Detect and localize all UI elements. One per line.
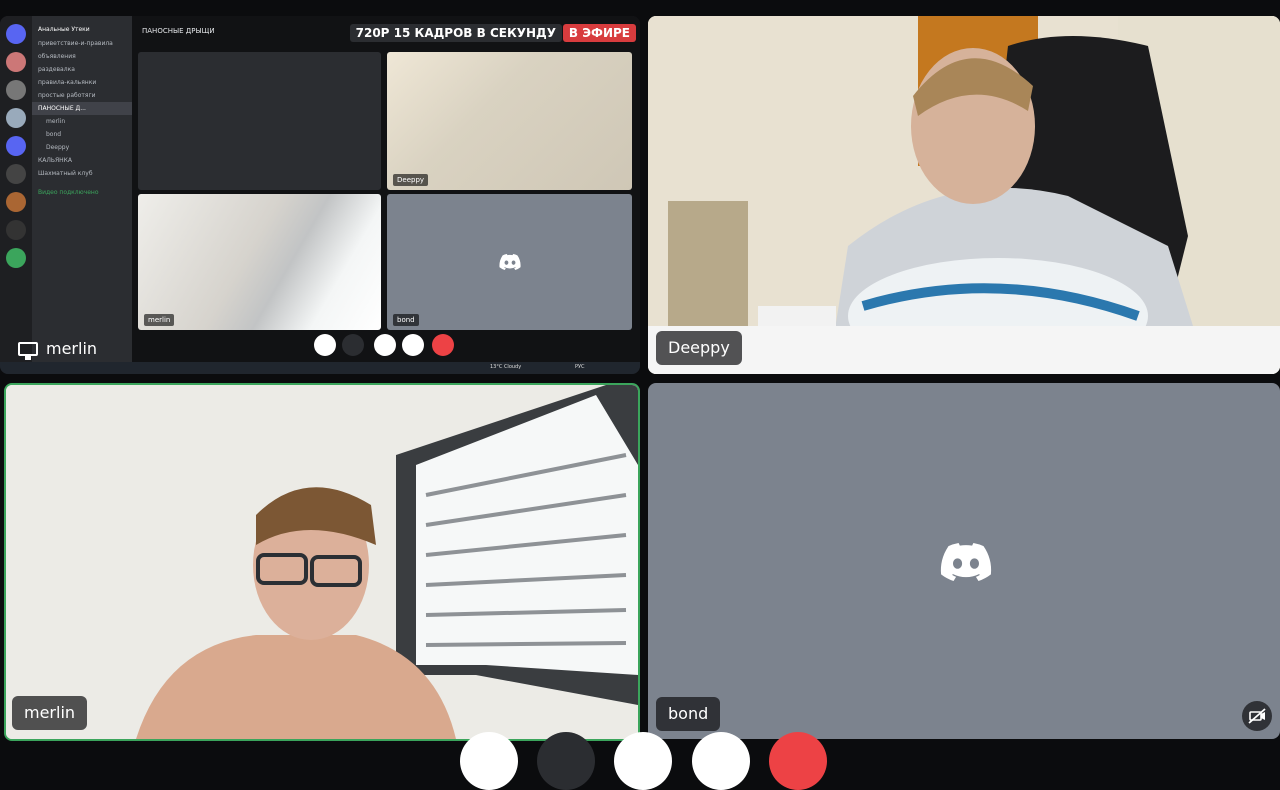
mini-tile-deeppy[interactable]: Deeppy (387, 52, 632, 190)
share-stage: ПАНОСНЫЕ ДРЫЩИ 720P 15 КАДРОВ В СЕКУНДУ … (132, 16, 640, 362)
disconnect-button[interactable] (769, 732, 827, 790)
channel-item-active[interactable]: ПАНОСНЫЕ Д... (32, 102, 132, 115)
mini-tile-label: merlin (144, 314, 175, 326)
video-off-icon (1242, 701, 1272, 731)
discord-logo-icon (499, 254, 521, 270)
mini-tile-label: bond (393, 314, 419, 326)
nested-share-tile (138, 52, 381, 190)
share-owner-name: merlin (46, 339, 98, 358)
mini-tile-merlin[interactable]: merlin (138, 194, 381, 330)
server-icon[interactable] (6, 192, 26, 212)
server-rail (0, 16, 32, 362)
channel-item[interactable]: правила-кальянки (32, 76, 132, 89)
screen-share-button[interactable] (374, 334, 396, 356)
participant-name-tag: merlin (12, 696, 88, 730)
quality-badge: 720P 15 КАДРОВ В СЕКУНДУ (349, 24, 562, 42)
server-icon[interactable] (6, 220, 26, 240)
windows-taskbar: 13°C Cloudy РУС (0, 362, 640, 374)
camera-feed (6, 385, 638, 739)
camera-button[interactable] (314, 334, 336, 356)
server-icon[interactable] (6, 108, 26, 128)
weather-text: 13°C Cloudy (490, 364, 522, 370)
channel-item[interactable]: раздевалка (32, 63, 132, 76)
server-icon[interactable] (6, 80, 26, 100)
screen-share-icon (18, 342, 38, 360)
participant-name: merlin (24, 703, 76, 722)
channel-item[interactable]: КАЛЬЯНКА (32, 154, 132, 167)
channel-item[interactable]: Шахматный клуб (32, 167, 132, 180)
mute-button[interactable] (402, 334, 424, 356)
server-icon[interactable] (6, 136, 26, 156)
voice-member[interactable]: merlin (32, 115, 132, 128)
channel-item[interactable]: объявления (32, 50, 132, 63)
voice-member[interactable]: bond (32, 128, 132, 141)
video-tile-deeppy[interactable]: Deeppy (648, 16, 1280, 374)
camera-toggle-button[interactable] (460, 732, 518, 790)
discord-logo-icon (940, 543, 992, 581)
channel-list: Анальные Утеки приветствие-и-правила объ… (32, 16, 132, 362)
participant-name-tag: Deeppy (656, 331, 742, 365)
voice-status: Видео подключено (38, 189, 99, 196)
server-icon[interactable] (6, 164, 26, 184)
camera-feed (648, 16, 1280, 374)
server-name: Анальные Утеки (38, 26, 90, 33)
participant-name: Deeppy (668, 338, 730, 357)
share-name-tag: merlin (12, 332, 103, 366)
voice-member[interactable]: Deeppy (32, 141, 132, 154)
server-icon[interactable] (6, 52, 26, 72)
discord-home-icon[interactable] (6, 24, 26, 44)
activity-button[interactable] (537, 732, 595, 790)
live-badge: В ЭФИРЕ (562, 24, 636, 42)
mini-tile-bond[interactable]: bond (387, 194, 632, 330)
mini-tile-label: Deeppy (393, 174, 429, 186)
screen-share-tile[interactable]: Анальные Утеки приветствие-и-правила объ… (0, 16, 640, 374)
hangup-button[interactable] (432, 334, 454, 356)
activity-button[interactable] (342, 334, 364, 356)
screen-share-toggle-button[interactable] (614, 732, 672, 790)
microphone-toggle-button[interactable] (692, 732, 750, 790)
add-server-icon[interactable] (6, 248, 26, 268)
channel-item[interactable]: простые работяги (32, 89, 132, 102)
video-tile-merlin[interactable]: merlin (4, 383, 640, 741)
video-tile-bond[interactable]: bond (648, 383, 1280, 739)
keyboard-layout: РУС (575, 364, 585, 370)
participant-name-tag: bond (656, 697, 721, 731)
participant-name: bond (668, 704, 709, 723)
channel-item[interactable]: приветствие-и-правила (32, 37, 132, 50)
